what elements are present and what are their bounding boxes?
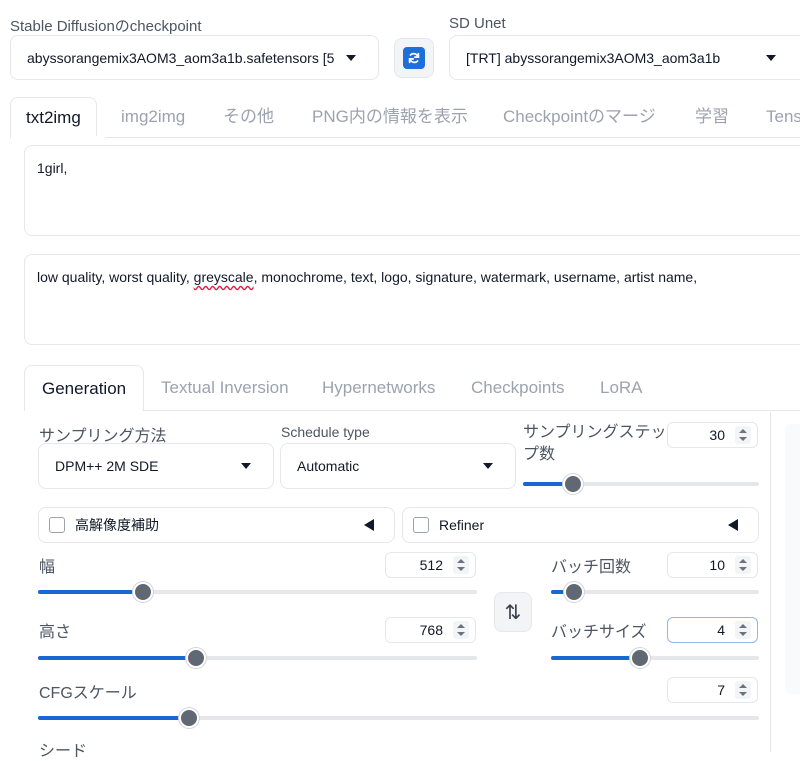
slider-thumb[interactable]	[563, 582, 584, 602]
tab-img2img[interactable]: img2img	[121, 97, 185, 137]
batch-size-slider[interactable]	[551, 648, 759, 668]
positive-prompt-textarea[interactable]: 1girl,	[24, 145, 800, 236]
checkpoint-label: Stable Diffusionのcheckpoint	[10, 18, 202, 35]
unet-value: [TRT] abyssorangemix3AOM3_aom3a1b	[466, 49, 721, 66]
checkpoint-value: abyssorangemix3AOM3_aom3a1b.safetensors …	[27, 49, 335, 66]
batch-count-label: バッチ回数	[551, 559, 632, 576]
tab-txt2img[interactable]: txt2img	[10, 97, 97, 138]
width-value: 512	[419, 557, 443, 573]
sampling-method-value: DPM++ 2M SDE	[55, 458, 159, 474]
width-slider[interactable]	[38, 582, 477, 602]
tab-png-info[interactable]: PNG内の情報を表示	[312, 97, 468, 137]
stepper-icon[interactable]	[735, 621, 751, 639]
batch-count-slider[interactable]	[551, 582, 759, 602]
unet-dropdown[interactable]: [TRT] abyssorangemix3AOM3_aom3a1b	[449, 35, 800, 80]
slider-fill	[38, 716, 190, 720]
chevron-down-icon	[346, 54, 356, 61]
expand-triangle-icon[interactable]	[364, 519, 374, 531]
main-tabs: txt2img img2img その他 PNG内の情報を表示 Checkpoin…	[10, 97, 800, 138]
stepper-icon[interactable]	[453, 621, 469, 639]
batch-size-input[interactable]: 4	[667, 617, 758, 643]
positive-prompt-text: 1girl,	[37, 160, 68, 176]
refresh-icon	[403, 47, 425, 69]
stepper-icon[interactable]	[735, 426, 751, 444]
height-input[interactable]: 768	[385, 617, 476, 643]
hires-fix-label: 高解像度補助	[75, 517, 159, 533]
sampling-steps-input[interactable]: 30	[667, 422, 758, 448]
height-value: 768	[419, 622, 443, 638]
refiner-checkbox[interactable]	[413, 517, 429, 533]
stepper-icon[interactable]	[453, 556, 469, 574]
negative-prompt-flagged-word: greyscale	[193, 269, 254, 285]
batch-count-value: 10	[709, 557, 725, 573]
unet-label: SD Unet	[449, 15, 506, 32]
sampling-steps-label-line1: サンプリングステッ	[523, 424, 667, 441]
cfg-scale-label: CFGスケール	[39, 685, 137, 702]
active-subtab-gap	[25, 409, 142, 411]
hires-fix-accordion[interactable]: 高解像度補助	[38, 507, 395, 543]
chevron-down-icon	[766, 54, 776, 61]
checkpoint-dropdown[interactable]: abyssorangemix3AOM3_aom3a1b.safetensors …	[10, 35, 379, 80]
cfg-scale-slider[interactable]	[38, 708, 759, 728]
slider-fill	[38, 656, 197, 660]
sampling-method-dropdown[interactable]: DPM++ 2M SDE	[38, 443, 274, 489]
chevron-down-icon	[483, 463, 493, 469]
schedule-type-label: Schedule type	[281, 424, 370, 440]
schedule-type-dropdown[interactable]: Automatic	[280, 443, 516, 489]
batch-size-label: バッチサイズ	[551, 624, 647, 641]
tab-extras[interactable]: その他	[223, 97, 274, 137]
slider-thumb[interactable]	[186, 648, 207, 668]
cfg-scale-value: 7	[717, 682, 725, 698]
batch-size-value: 4	[717, 622, 725, 638]
negative-prompt-text-a: low quality, worst quality,	[37, 269, 194, 285]
right-panel-inner	[785, 424, 800, 694]
expand-triangle-icon[interactable]	[728, 519, 738, 531]
seed-label: シード	[39, 743, 88, 760]
tab-tensorrt[interactable]: Tens	[766, 97, 800, 137]
stepper-icon[interactable]	[735, 681, 751, 699]
swap-dimensions-button[interactable]: ⇅	[494, 592, 532, 632]
tab-checkpoint-merger[interactable]: Checkpointのマージ	[503, 97, 656, 137]
tab-lora[interactable]: LoRA	[600, 365, 643, 411]
sampling-steps-value: 30	[709, 427, 725, 443]
slider-fill	[38, 590, 144, 594]
tab-train[interactable]: 学習	[695, 97, 729, 137]
schedule-type-value: Automatic	[297, 458, 360, 474]
height-label: 高さ	[39, 624, 72, 641]
slider-thumb[interactable]	[179, 708, 200, 728]
swap-dimensions-icon: ⇅	[504, 601, 522, 624]
chevron-down-icon	[241, 463, 251, 469]
negative-prompt-text-b: , monochrome, text, logo, signature, wat…	[253, 269, 698, 285]
cfg-scale-input[interactable]: 7	[667, 677, 758, 703]
slider-thumb[interactable]	[562, 474, 583, 494]
refresh-checkpoint-button[interactable]	[394, 38, 434, 78]
sampling-steps-label-line2: プ数	[523, 446, 556, 463]
slider-fill	[551, 656, 641, 660]
slider-thumb[interactable]	[133, 582, 154, 602]
width-input[interactable]: 512	[385, 552, 476, 578]
refiner-accordion[interactable]: Refiner	[402, 507, 759, 543]
active-tab-gap	[11, 136, 105, 138]
tab-checkpoints[interactable]: Checkpoints	[471, 365, 565, 411]
sampling-steps-label: サンプリングステッ プ数	[523, 422, 667, 466]
stepper-icon[interactable]	[735, 556, 751, 574]
tabs-divider	[10, 137, 800, 138]
tab-textual-inversion[interactable]: Textual Inversion	[161, 365, 289, 411]
height-slider[interactable]	[38, 648, 477, 668]
slider-thumb[interactable]	[630, 648, 651, 668]
sampling-steps-slider[interactable]	[523, 474, 759, 494]
tab-generation[interactable]: Generation	[24, 365, 145, 411]
refiner-label: Refiner	[439, 517, 485, 533]
tab-hypernetworks[interactable]: Hypernetworks	[322, 365, 435, 411]
hires-fix-checkbox[interactable]	[49, 517, 65, 533]
batch-count-input[interactable]: 10	[667, 552, 758, 578]
negative-prompt-textarea[interactable]: low quality, worst quality, greyscale, m…	[24, 254, 800, 345]
width-label: 幅	[39, 559, 56, 576]
